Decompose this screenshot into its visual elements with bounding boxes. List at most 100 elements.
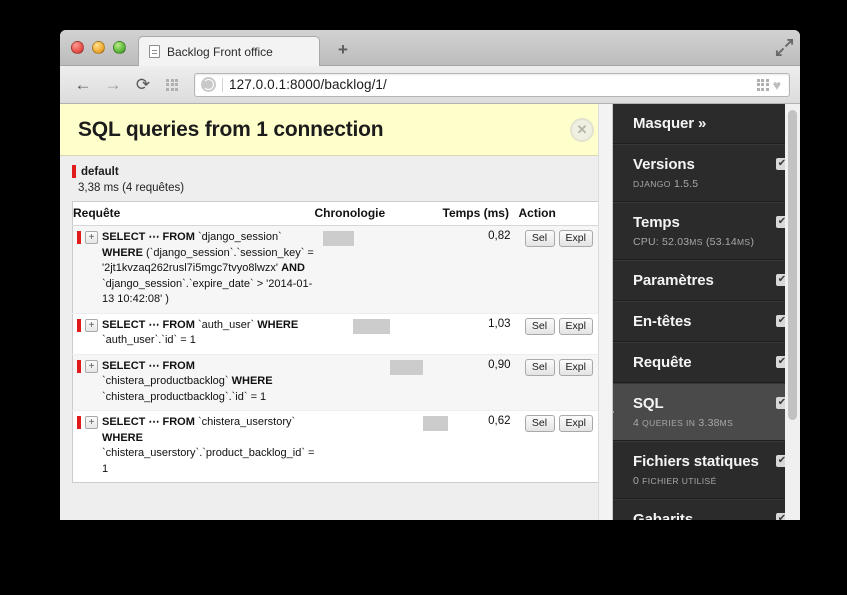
table-row[interactable]: + SELECT ⋯ FROM `chistera_productbacklog`… (72, 354, 607, 411)
timeline-bar (389, 359, 423, 375)
query-color-marker (77, 359, 81, 373)
explain-query-button[interactable]: Expl (558, 358, 593, 376)
query-sql-text: SELECT ⋯ FROM `django_session` WHERE (`d… (102, 231, 314, 305)
timeline-track (315, 231, 443, 246)
timeline-track (315, 359, 443, 375)
timeline-bar (422, 416, 448, 431)
query-sql-text: SELECT ⋯ FROM `chistera_userstory` WHERE… (102, 416, 315, 475)
sidebar-item-temps[interactable]: Temps CPU: 52.03MS (53.14MS) ✔ (613, 202, 800, 260)
query-color-marker (77, 318, 81, 332)
url-bar[interactable]: 127.0.0.1:8000/backlog/1/ ♥ (194, 72, 790, 97)
sidebar-item-label: Paramètres (633, 272, 714, 289)
sidebar-item-fichiers-statiques[interactable]: Fichiers statiques 0 FICHIER UTILISÉ ✔ (613, 441, 800, 499)
page-viewport: SQL queries from 1 connection ✕ default … (60, 104, 800, 520)
timeline-cell (314, 313, 443, 355)
minimize-window-button[interactable] (92, 41, 105, 54)
select-query-button[interactable]: Sel (524, 358, 555, 376)
timeline-track (315, 318, 443, 334)
expand-query-button[interactable]: + (85, 359, 98, 373)
new-tab-button[interactable]: + (332, 41, 354, 61)
query-duration: 0,82 (442, 225, 519, 314)
panel-scrollbar[interactable] (598, 104, 612, 520)
window-controls (71, 41, 126, 54)
browser-tab[interactable]: Backlog Front office (138, 36, 320, 66)
column-header-query: Requête (72, 201, 315, 226)
timeline-bar (322, 231, 354, 246)
table-row[interactable]: + SELECT ⋯ FROM `auth_user` WHERE `auth_u… (72, 313, 607, 355)
browser-toolbar: ← → ⟳ 127.0.0.1:8000/backlog/1/ ♥ (60, 66, 800, 104)
tab-strip: Backlog Front office + (60, 30, 800, 66)
queries-table: Requête Chronologie Temps (ms) Action + S… (72, 201, 607, 483)
forward-button[interactable]: → (100, 72, 126, 98)
reload-button[interactable]: ⟳ (130, 72, 156, 98)
expand-query-button[interactable]: + (85, 416, 98, 429)
action-cell: Sel Expl (518, 225, 607, 314)
sidebar-scroll-thumb[interactable] (788, 110, 797, 420)
sidebar-item-gabarits[interactable]: Gabarits ✔ (613, 499, 800, 520)
explain-query-button[interactable]: Expl (558, 415, 593, 432)
sidebar-item-sql[interactable]: SQL 4 QUERIES IN 3.38MS ✔ (613, 383, 800, 441)
sidebar-item-subtitle: 0 FICHIER UTILISÉ (633, 475, 717, 487)
close-panel-button[interactable]: ✕ (570, 118, 594, 142)
sidebar-item-label: Gabarits (633, 511, 694, 520)
column-header-timeline: Chronologie (314, 201, 443, 226)
queries-body: + SELECT ⋯ FROM `django_session` WHERE (`… (72, 225, 607, 483)
select-query-button[interactable]: Sel (524, 230, 555, 247)
query-duration: 0,62 (488, 415, 511, 427)
table-row[interactable]: + SELECT ⋯ FROM `django_session` WHERE (`… (72, 225, 607, 314)
explain-query-button[interactable]: Expl (558, 317, 593, 335)
expand-query-button[interactable]: + (85, 318, 98, 332)
timeline-cell (315, 411, 448, 483)
sidebar-scrollbar[interactable] (785, 104, 800, 520)
url-text: 127.0.0.1:8000/backlog/1/ (229, 77, 387, 92)
bookmark-heart-icon[interactable]: ♥ (773, 78, 781, 92)
query-sql-text: SELECT ⋯ FROM `chistera_productbacklog` … (102, 359, 273, 403)
page-title: SQL queries from 1 connection (78, 118, 384, 141)
close-window-button[interactable] (71, 41, 84, 54)
action-cell: Sel Expl (518, 313, 607, 355)
select-query-button[interactable]: Sel (524, 415, 555, 432)
apps-menu-icon[interactable] (756, 78, 769, 91)
action-cell: Sel Expl (519, 411, 607, 483)
query-color-marker (77, 231, 81, 244)
database-alias-row: default (72, 165, 598, 178)
url-bar-actions: ♥ (756, 78, 783, 92)
active-panel-pointer-icon (613, 403, 614, 421)
sidebar-item-en-t-tes[interactable]: En-têtes ✔ (613, 301, 800, 342)
sidebar-item-subtitle: CPU: 52.03MS (53.14MS) (633, 236, 755, 248)
table-header-row: Requête Chronologie Temps (ms) Action (72, 201, 607, 226)
panel-header: SQL queries from 1 connection ✕ (60, 104, 612, 156)
column-header-action: Action (518, 201, 607, 226)
query-cell: + SELECT ⋯ FROM `auth_user` WHERE `auth_u… (72, 313, 315, 355)
query-cell: + SELECT ⋯ FROM `chistera_userstory` WHER… (73, 411, 315, 483)
panel-body: default 3,38 ms (4 requêtes) Requête Chr… (60, 156, 612, 520)
timeline-cell (314, 354, 443, 411)
database-color-marker (72, 165, 76, 178)
table-row[interactable]: + SELECT ⋯ FROM `chistera_userstory` WHER… (73, 411, 607, 483)
sidebar-item-requ-te[interactable]: Requête ✔ (613, 342, 800, 383)
select-query-button[interactable]: Sel (524, 317, 555, 335)
timeline-track (315, 416, 448, 431)
tab-title: Backlog Front office (167, 44, 273, 59)
sidebar-item-label: Fichiers statiques (633, 453, 759, 470)
database-alias: default (81, 165, 119, 178)
sidebar-item-label: En-têtes (633, 313, 692, 330)
expand-query-button[interactable]: + (85, 231, 98, 244)
fullscreen-icon[interactable] (775, 38, 794, 57)
sidebar-item-subtitle: DJANGO 1.5.5 (633, 178, 699, 190)
sidebar-item-masquer[interactable]: Masquer » (613, 104, 800, 144)
debug-toolbar-sidebar: Masquer » Versions DJANGO 1.5.5 ✔ Temps CPU: … (613, 104, 800, 520)
zoom-window-button[interactable] (113, 41, 126, 54)
browser-window: Backlog Front office + ← → ⟳ 127.0.0.1:8… (60, 30, 800, 520)
back-button[interactable]: ← (70, 72, 96, 98)
sidebar-item-label: Masquer » (633, 115, 707, 132)
sidebar-item-param-tres[interactable]: Paramètres ✔ (613, 260, 800, 301)
page-favicon-icon (149, 45, 160, 58)
query-duration: 0,90 (442, 354, 519, 411)
globe-icon (201, 77, 216, 92)
explain-query-button[interactable]: Expl (558, 230, 593, 247)
sidebar-item-versions[interactable]: Versions DJANGO 1.5.5 ✔ (613, 144, 800, 202)
sql-panel: SQL queries from 1 connection ✕ default … (60, 104, 613, 520)
apps-grid-icon[interactable] (160, 72, 184, 98)
sidebar-item-label: Versions (633, 156, 695, 173)
